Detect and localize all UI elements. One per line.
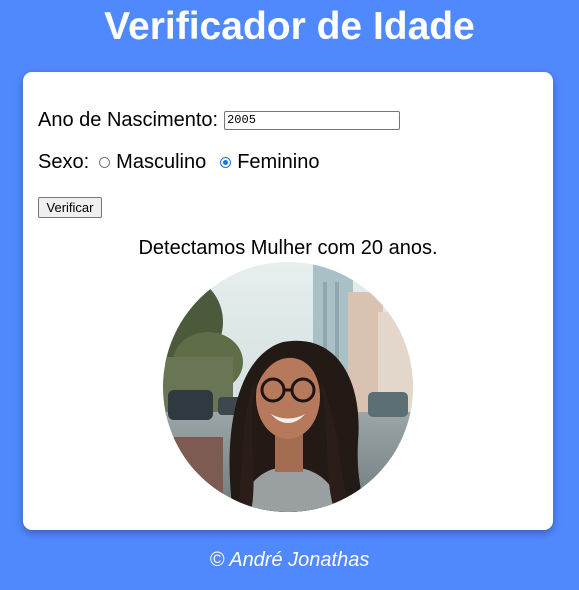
page-header: Verificador de Idade <box>0 0 579 52</box>
verify-button[interactable]: Verificar <box>38 197 102 218</box>
radio-masculino[interactable] <box>99 156 111 168</box>
result-photo <box>163 262 413 512</box>
birth-year-row: Ano de Nascimento: <box>38 108 401 132</box>
radio-feminino-label[interactable]: Feminino <box>237 151 319 174</box>
birth-year-input[interactable] <box>224 110 401 130</box>
birth-year-label: Ano de Nascimento: <box>38 108 219 131</box>
result-text: Detectamos Mulher com 20 anos. <box>138 237 438 259</box>
radio-feminino[interactable] <box>220 156 232 168</box>
sex-label: Sexo: <box>38 150 90 173</box>
radio-masculino-label[interactable]: Masculino <box>116 151 206 174</box>
sex-row: Sexo: Masculino Feminino <box>38 150 323 174</box>
page-title: Verificador de Idade <box>104 4 475 48</box>
footer-credit: © André Jonathas <box>209 549 370 571</box>
woman-portrait-image <box>163 262 413 512</box>
